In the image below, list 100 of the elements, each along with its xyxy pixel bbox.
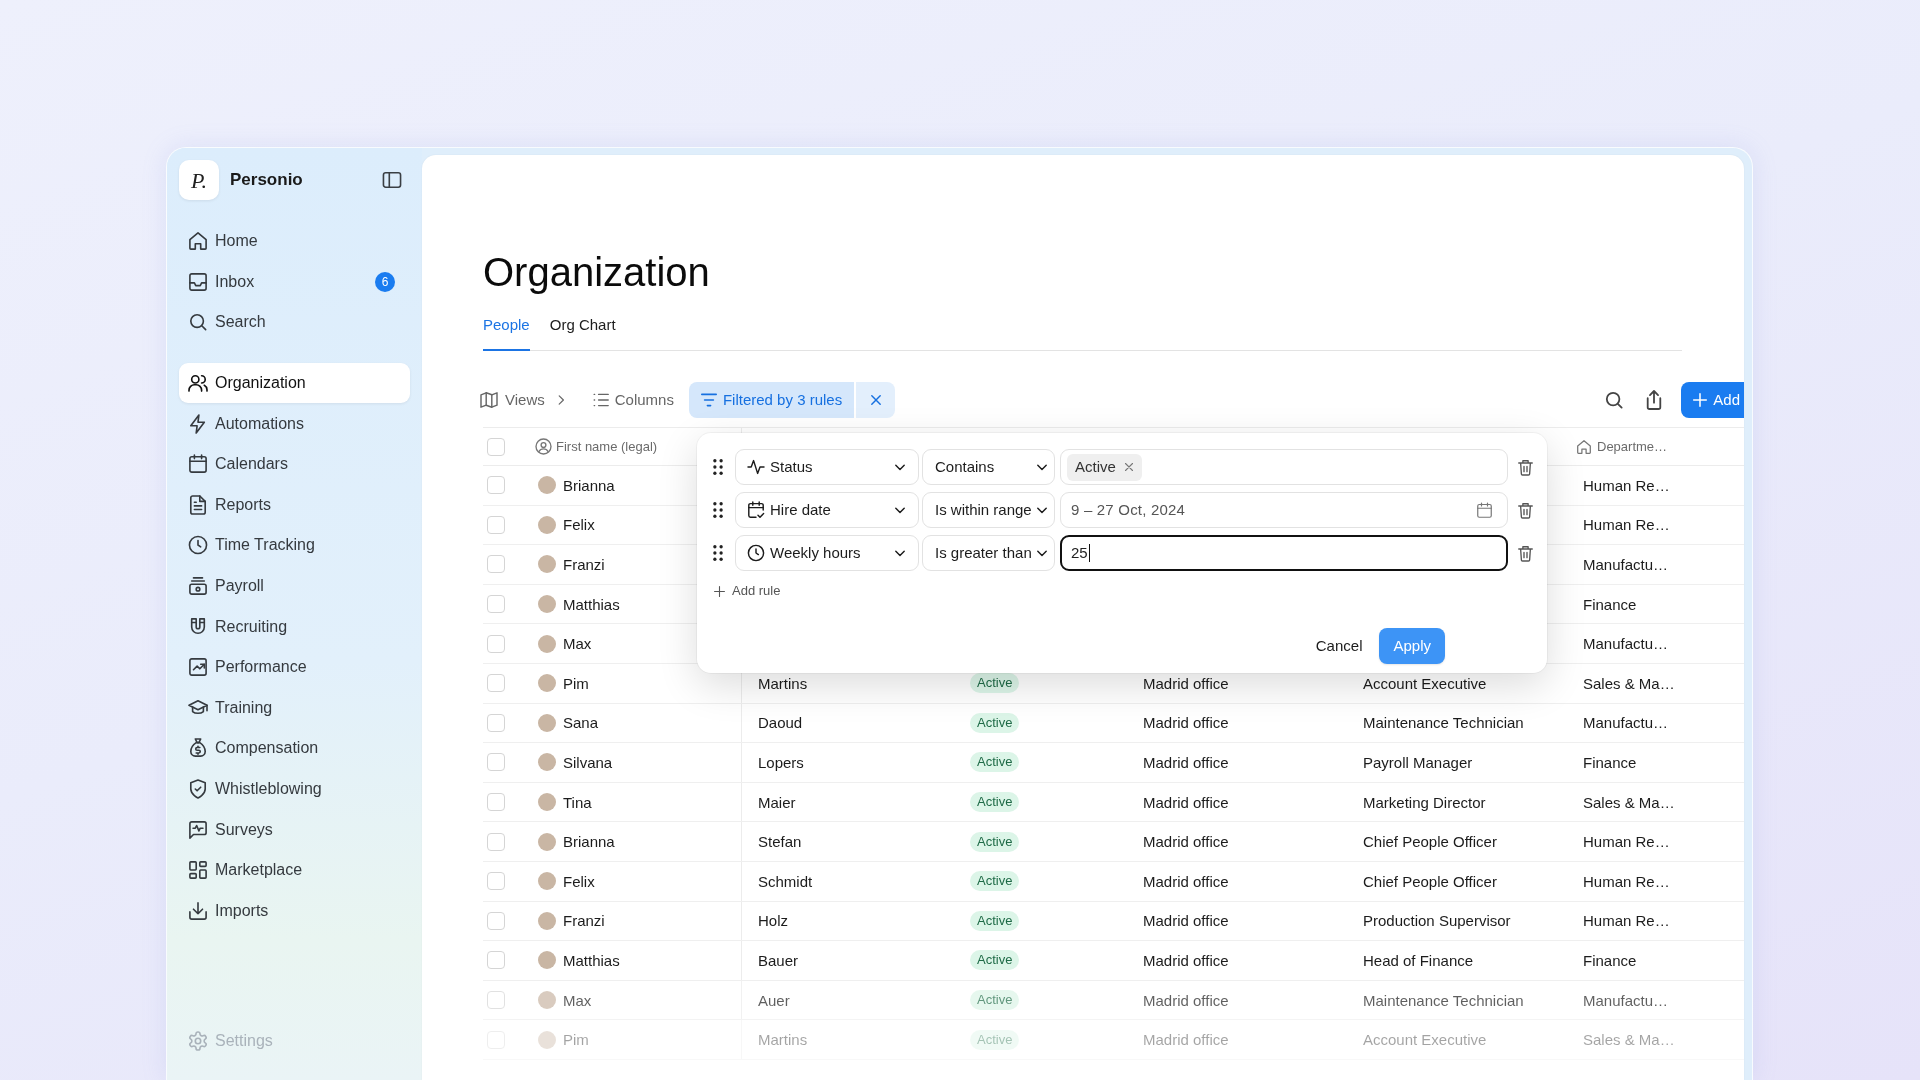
office-text: Madrid office xyxy=(1143,951,1229,969)
number-input[interactable]: 25 xyxy=(1060,535,1508,571)
checkbox[interactable] xyxy=(487,674,505,693)
checkbox[interactable] xyxy=(487,476,505,495)
add-rule-button[interactable]: Add rule xyxy=(714,581,781,601)
operator-select[interactable]: Is within range xyxy=(922,492,1055,528)
trash-icon[interactable] xyxy=(1518,502,1533,518)
drag-handle-icon[interactable] xyxy=(713,545,723,561)
department-text: Human Re… xyxy=(1583,833,1670,851)
first-name-text: Tina xyxy=(563,793,592,811)
views-button[interactable]: Views xyxy=(481,388,567,412)
last-name-text: Martins xyxy=(758,674,808,692)
cancel-button[interactable]: Cancel xyxy=(1315,634,1363,658)
tab[interactable]: People xyxy=(483,315,530,351)
first-name-text: Franzi xyxy=(563,556,605,573)
last-name-text: Daoud xyxy=(758,714,803,732)
office-text: Madrid office xyxy=(1143,793,1229,811)
field-select[interactable]: Weekly hours xyxy=(735,535,919,571)
checkbox[interactable] xyxy=(487,951,505,970)
search-icon[interactable] xyxy=(1605,391,1624,409)
checkbox[interactable] xyxy=(487,555,505,574)
avatar-icon xyxy=(538,951,556,970)
avatar-icon xyxy=(538,595,556,614)
first-name-text: Felix xyxy=(563,872,595,890)
nav-item[interactable]: Surveys xyxy=(179,809,410,850)
office-text: Madrid office xyxy=(1143,833,1229,851)
nav-item[interactable]: Automations xyxy=(179,403,410,444)
nav-item[interactable]: Imports xyxy=(179,890,410,932)
columns-button[interactable]: Columns xyxy=(592,388,674,412)
graduation-cap-icon xyxy=(189,698,207,717)
checkbox[interactable] xyxy=(487,991,505,1009)
nav-item[interactable]: Training xyxy=(179,687,410,729)
nav-item[interactable]: Recruiting xyxy=(179,606,410,647)
drag-handle-icon[interactable] xyxy=(713,459,723,475)
operator-select[interactable]: Contains xyxy=(922,449,1055,485)
department-text: Manufactu… xyxy=(1583,556,1669,573)
filter-chip[interactable]: Filtered by 3 rules xyxy=(688,382,855,418)
last-name-text: Holz xyxy=(758,912,788,930)
calendar-check-icon xyxy=(748,502,764,518)
checkbox[interactable] xyxy=(487,595,505,614)
avatar-icon xyxy=(538,674,556,693)
nav-item[interactable]: Whistleblowing xyxy=(179,768,410,810)
field-select[interactable]: Status xyxy=(735,449,919,485)
filter-tag[interactable]: Active xyxy=(1067,453,1142,481)
first-name-text: Pim xyxy=(563,1031,589,1049)
department-text: Human Re… xyxy=(1583,516,1670,534)
status-badge: Active xyxy=(970,752,1020,773)
status-badge: Active xyxy=(970,712,1020,733)
checkbox[interactable] xyxy=(487,713,505,732)
share-icon[interactable] xyxy=(1645,391,1664,409)
nav-item[interactable]: Search xyxy=(179,302,410,343)
tab[interactable]: Org Chart xyxy=(549,315,616,351)
user-circle-icon xyxy=(536,439,551,454)
drag-handle-icon[interactable] xyxy=(713,502,723,518)
operator-select[interactable]: Is greater than xyxy=(922,535,1055,571)
checkbox[interactable] xyxy=(487,911,505,930)
job-title-text: Chief People Officer xyxy=(1363,833,1497,851)
clear-filter-button[interactable] xyxy=(856,382,896,418)
text-cursor-icon xyxy=(1088,544,1091,562)
checkbox[interactable] xyxy=(487,793,505,812)
tag-field[interactable]: Active xyxy=(1060,449,1508,485)
sidebar-toggle-icon[interactable] xyxy=(383,171,401,189)
checkbox[interactable] xyxy=(487,515,505,534)
avatar-icon xyxy=(538,793,556,812)
date-range-field[interactable]: 9 – 27 Oct, 2024 xyxy=(1060,492,1508,528)
nav-item[interactable]: Organization xyxy=(179,362,410,404)
department-text: Finance xyxy=(1583,951,1637,969)
status-badge: Active xyxy=(970,792,1020,813)
nav-item[interactable]: Calendars xyxy=(179,443,410,485)
nav-item[interactable]: Marketplace xyxy=(179,849,410,891)
nav-item[interactable]: Payroll xyxy=(179,565,410,607)
lightning-icon xyxy=(189,414,207,433)
nav-item[interactable]: Performance xyxy=(179,646,410,688)
download-icon xyxy=(189,901,207,920)
remove-icon[interactable] xyxy=(1123,462,1134,472)
column-header[interactable]: First name (legal) xyxy=(556,436,658,457)
trash-icon[interactable] xyxy=(1518,459,1533,475)
field-select[interactable]: Hire date xyxy=(735,492,919,528)
department-text: Manufactu… xyxy=(1583,991,1669,1009)
first-name-text: Max xyxy=(563,635,592,653)
plus-icon xyxy=(1693,393,1708,407)
column-header[interactable]: Departme… xyxy=(1597,436,1668,457)
department-text: Human Re… xyxy=(1583,476,1670,494)
avatar-icon xyxy=(538,872,556,891)
nav-item[interactable]: Inbox 6 xyxy=(179,261,410,303)
nav-item[interactable]: Home xyxy=(179,221,410,262)
nav-item[interactable]: Reports xyxy=(179,484,410,526)
calendar-icon[interactable] xyxy=(1477,502,1492,518)
trash-icon[interactable] xyxy=(1518,545,1533,561)
checkbox[interactable] xyxy=(487,634,505,653)
checkbox[interactable] xyxy=(487,437,505,456)
nav-item[interactable]: Time Tracking xyxy=(179,525,410,566)
checkbox[interactable] xyxy=(487,872,505,891)
add-button[interactable]: Add xyxy=(1681,382,1744,418)
avatar-icon xyxy=(538,991,556,1009)
pulse-icon xyxy=(748,459,764,475)
checkbox[interactable] xyxy=(487,753,505,772)
checkbox[interactable] xyxy=(487,832,505,851)
nav-item[interactable]: Compensation xyxy=(179,728,410,769)
first-name-text: Pim xyxy=(563,674,589,692)
